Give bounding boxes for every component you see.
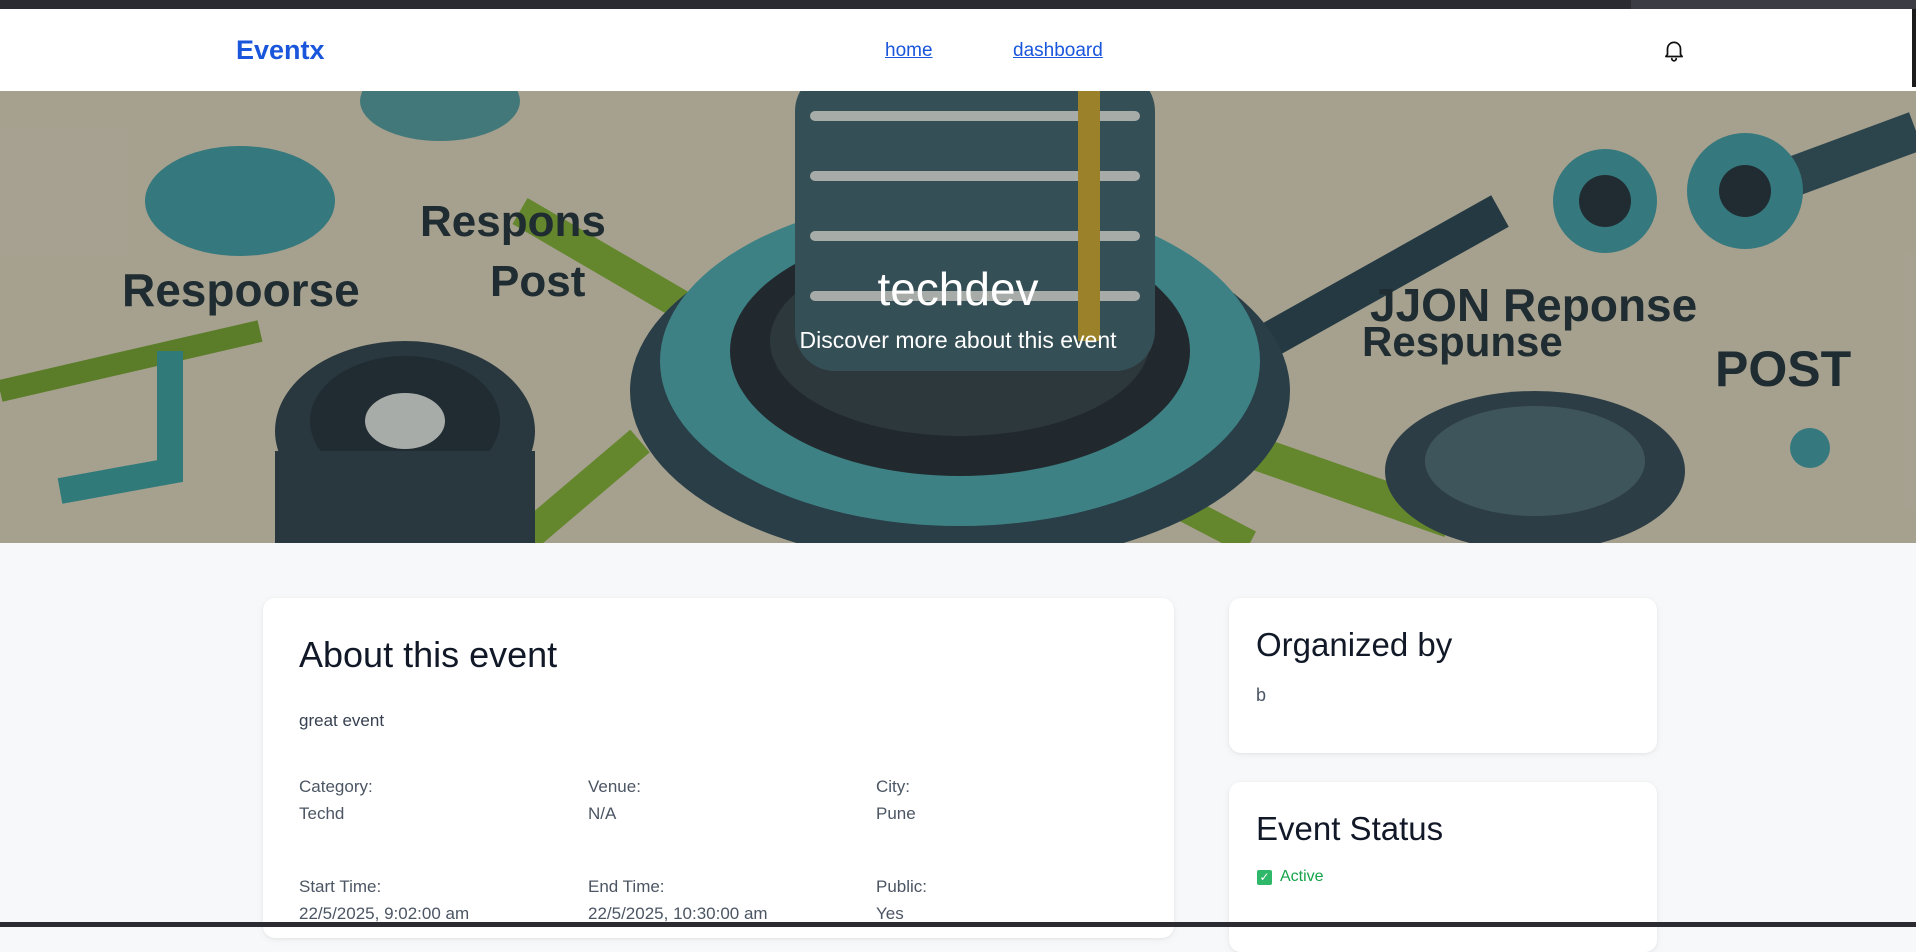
- organizer-heading: Organized by: [1256, 626, 1453, 663]
- field-public: Public: Yes: [876, 877, 928, 923]
- event-title: techdev: [877, 263, 1039, 315]
- organizer-card: Organized by b: [1229, 598, 1657, 753]
- window-top-strip: [0, 0, 1916, 9]
- brand-logo[interactable]: Eventx: [236, 35, 325, 66]
- about-heading: About this event: [299, 634, 558, 675]
- field-city: City: Pune: [876, 777, 916, 823]
- nav-link-dashboard[interactable]: dashboard: [1013, 40, 1103, 62]
- hero-banner: Respons Post Respoorse JJON Reponse Resp…: [0, 91, 1916, 543]
- field-venue: Venue: N/A: [588, 777, 641, 823]
- scrollbar[interactable]: [1912, 9, 1916, 87]
- bell-icon[interactable]: [1661, 37, 1687, 63]
- field-start-time: Start Time: 22/5/2025, 9:02:00 am: [299, 877, 470, 923]
- status-heading: Event Status: [1256, 810, 1444, 847]
- window-bottom-strip: [0, 922, 1916, 927]
- navbar: Eventx home dashboard: [0, 9, 1916, 92]
- field-end-time: End Time: 22/5/2025, 10:30:00 am: [588, 877, 768, 923]
- event-description: great event: [299, 711, 385, 730]
- nav-link-home[interactable]: home: [885, 40, 933, 62]
- field-category: Category: Techd: [299, 777, 373, 823]
- status-value: Active: [1280, 868, 1324, 885]
- organizer-name: b: [1256, 685, 1267, 705]
- about-card: About this event great event Category: Te…: [263, 598, 1174, 938]
- status-badge: ✓ Active: [1257, 868, 1324, 886]
- checkbox-checked-icon: ✓: [1257, 869, 1272, 885]
- event-subtitle: Discover more about this event: [799, 327, 1117, 353]
